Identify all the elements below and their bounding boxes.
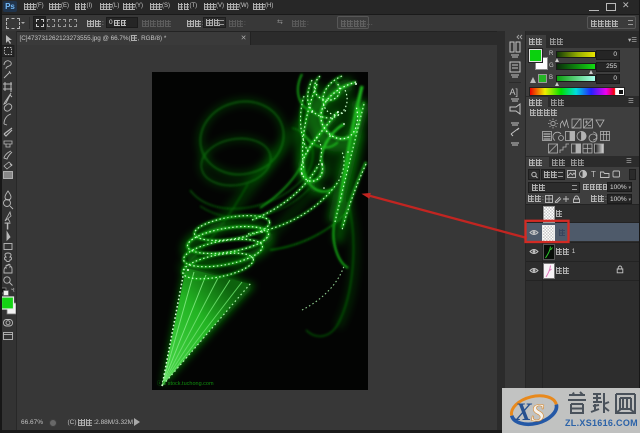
svg-text:A]: A] bbox=[510, 87, 519, 97]
svg-text:T: T bbox=[591, 170, 596, 178]
svg-text:ⓒB stock.tuchong.com: ⓒB stock.tuchong.com bbox=[157, 379, 214, 387]
svg-text:T: T bbox=[5, 222, 11, 233]
svg-text:S: S bbox=[531, 400, 545, 427]
